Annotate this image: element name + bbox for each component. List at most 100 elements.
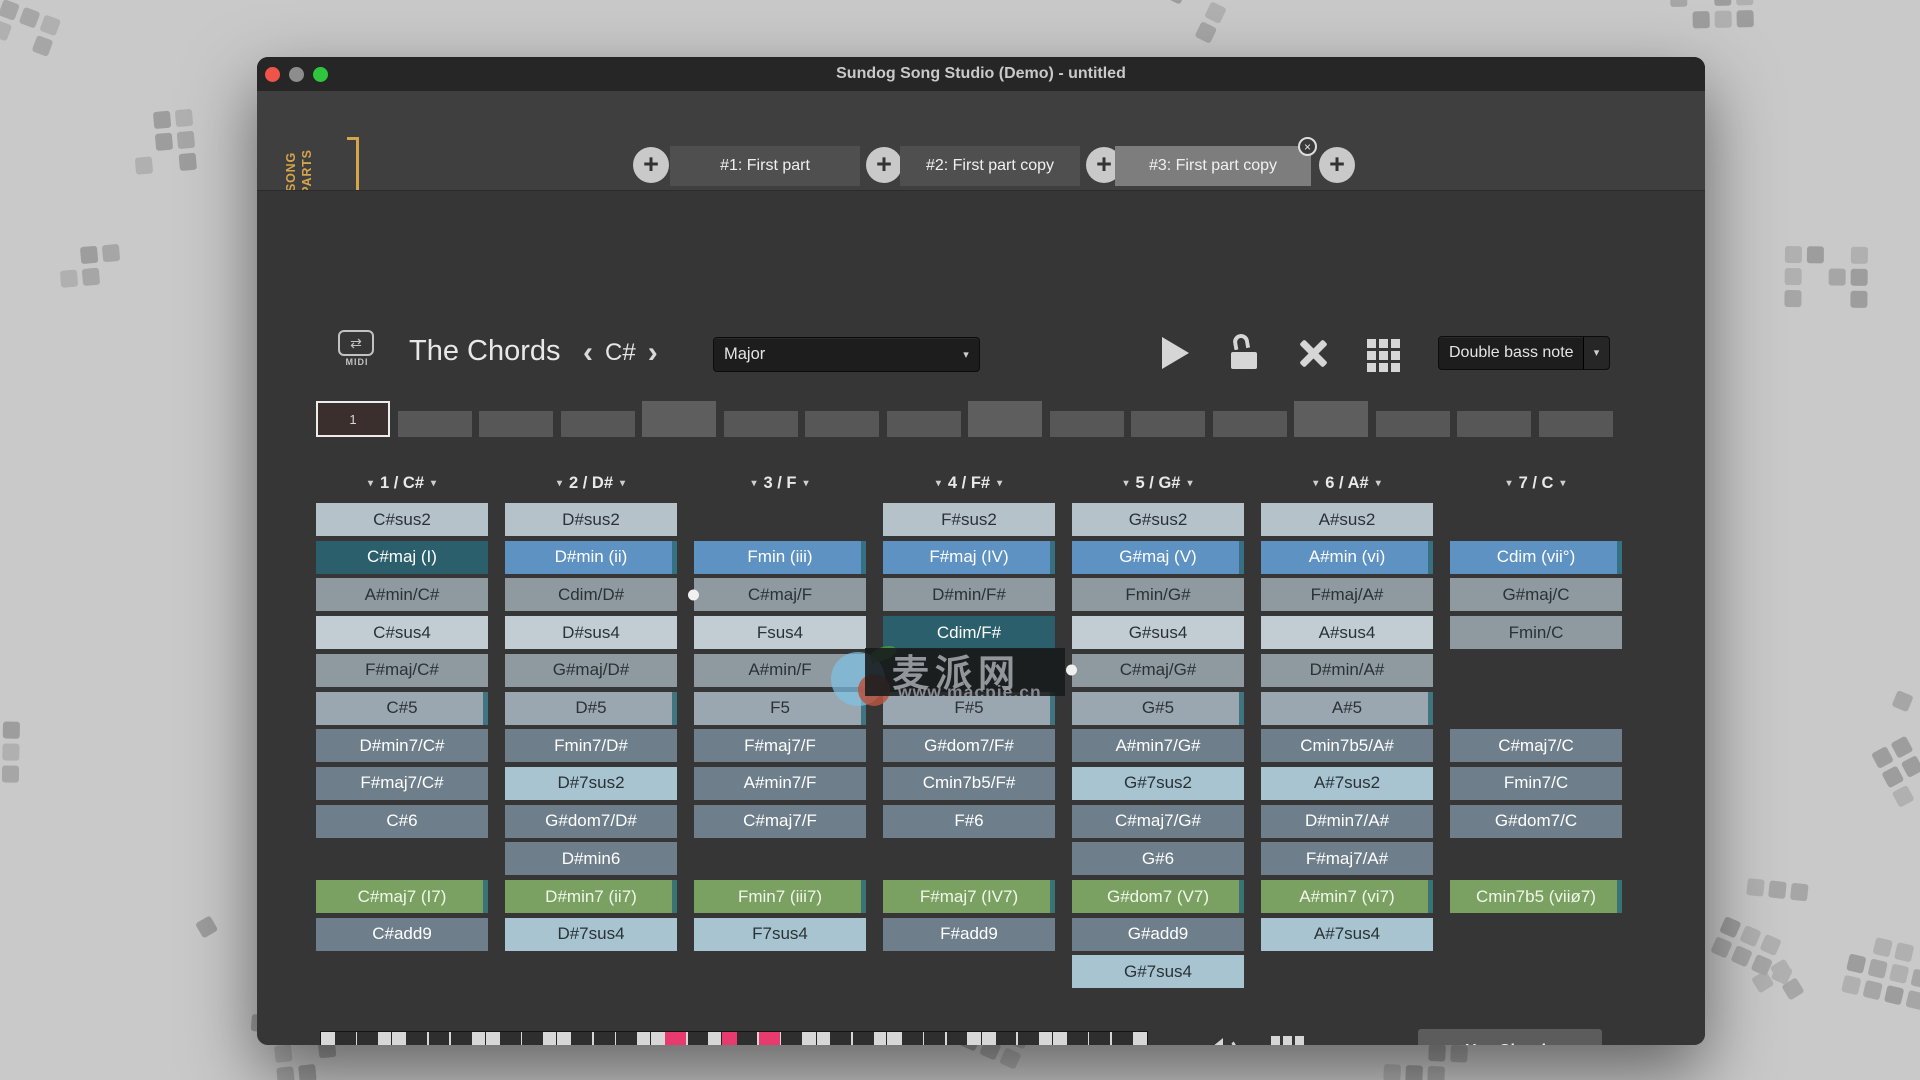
song-part-tab[interactable]: #1: First part [670,146,860,186]
chord-cell[interactable]: G#dom7 (V7) [1072,880,1244,913]
chord-cell[interactable]: G#add9 [1072,918,1244,951]
chord-cell[interactable]: D#min/A# [1261,654,1433,687]
chord-cell[interactable]: A#7sus4 [1261,918,1433,951]
chord-cell[interactable]: D#sus2 [505,503,677,536]
chord-cell[interactable]: F#maj7/A# [1261,842,1433,875]
piano-key-G#3[interactable]: G# [759,1032,780,1045]
piano-key-C#5[interactable]: C# [996,1032,1017,1045]
piano-key-C#2[interactable]: C# [500,1032,521,1045]
listen-button[interactable] [1206,1036,1242,1045]
chord-cell[interactable]: Fmin/G# [1072,578,1244,611]
chord-cell[interactable]: C#maj7/G# [1072,805,1244,838]
step-cell-10[interactable] [1050,411,1124,437]
add-song-part-button[interactable]: + [633,147,669,183]
chord-cell[interactable]: G#maj/C [1450,578,1622,611]
chord-cell[interactable]: Fmin7/D# [505,729,677,762]
chord-cell[interactable]: F#maj (IV) [883,541,1055,574]
step-cell-9[interactable] [968,401,1042,437]
chord-cell[interactable]: C#maj7/F [694,805,866,838]
chord-cell[interactable]: D#min/F# [883,578,1055,611]
chord-cell[interactable]: G#maj (V) [1072,541,1244,574]
step-cell-1[interactable]: 1 [316,401,390,437]
chord-cell[interactable]: D#7sus4 [505,918,677,951]
bass-note-select[interactable]: Double bass note ▾ [1438,336,1610,370]
chord-cell[interactable]: G#7sus2 [1072,767,1244,800]
chord-cell[interactable]: A#min7 (vi7) [1261,880,1433,913]
chord-cell[interactable]: G#maj/D# [505,654,677,687]
chord-cell[interactable]: A#5 [1261,692,1433,725]
piano-key-F#1[interactable]: F# [406,1032,427,1045]
lock-button[interactable] [1230,333,1260,369]
grid-view-button[interactable] [1367,339,1400,372]
piano-key-A#4[interactable]: A# [947,1032,968,1045]
chord-cell[interactable]: D#min6 [505,842,677,875]
chord-cell[interactable]: F7sus4 [694,918,866,951]
piano-key-C#3[interactable]: C# [665,1032,686,1045]
chord-cell[interactable]: G#dom7/C [1450,805,1622,838]
chord-cell[interactable]: D#5 [505,692,677,725]
chord-cell[interactable]: A#min/C# [316,578,488,611]
chord-cell[interactable]: C#maj7/C [1450,729,1622,762]
chord-cell[interactable]: F#maj7 (IV7) [883,880,1055,913]
chord-cell[interactable]: C#sus4 [316,616,488,649]
chord-cell[interactable]: Fmin7/C [1450,767,1622,800]
piano-key-C#1[interactable]: C# [335,1032,356,1045]
chord-cell[interactable]: F#6 [883,805,1055,838]
prev-key-button[interactable]: ‹ [583,335,593,371]
piano-key-A#1[interactable]: A# [451,1032,472,1045]
chord-cell[interactable]: C#maj7 (I7) [316,880,488,913]
piano-key-G#2[interactable]: G# [594,1032,615,1045]
piano-key-D#2[interactable]: D# [522,1032,543,1045]
chord-cell[interactable]: C#maj/F [694,578,866,611]
chord-cell[interactable]: G#7sus4 [1072,955,1244,988]
piano-key-A#5[interactable]: A# [1112,1032,1133,1045]
piano-key-C#4[interactable]: C# [830,1032,851,1045]
chord-cell[interactable]: A#min7/G# [1072,729,1244,762]
chord-cell[interactable]: F#maj7/F [694,729,866,762]
step-cell-2[interactable] [398,411,472,437]
chord-cell[interactable]: C#add9 [316,918,488,951]
piano-key-D#3[interactable]: D# [688,1032,709,1045]
chord-cell[interactable]: Cdim/D# [505,578,677,611]
piano-key-A#2[interactable]: A# [616,1032,637,1045]
piano-key-F#4[interactable]: F# [902,1032,923,1045]
chord-cell[interactable]: D#min7/A# [1261,805,1433,838]
piano-key-D#4[interactable]: D# [853,1032,874,1045]
piano-key-F#3[interactable]: F# [737,1032,758,1045]
clear-button[interactable]: ~ [1348,1041,1368,1045]
piano-key-G#5[interactable]: G# [1089,1032,1110,1045]
chord-cell[interactable]: A#7sus2 [1261,767,1433,800]
piano-key-D#1[interactable]: D# [357,1032,378,1045]
chord-cell[interactable]: D#min (ii) [505,541,677,574]
piano-key-F#2[interactable]: F# [571,1032,592,1045]
chord-cell[interactable]: A#min (vi) [1261,541,1433,574]
chord-cell[interactable]: F#maj/C# [316,654,488,687]
add-song-part-button[interactable]: + [1319,147,1355,183]
chord-column-header[interactable]: ▾2 / D#▾ [505,470,677,496]
chord-cell[interactable]: G#6 [1072,842,1244,875]
chord-cell[interactable]: C#6 [316,805,488,838]
chord-cell[interactable]: A#sus2 [1261,503,1433,536]
chord-cell[interactable]: D#7sus2 [505,767,677,800]
chord-cell[interactable]: A#sus4 [1261,616,1433,649]
chord-cell[interactable]: D#min7 (ii7) [505,880,677,913]
chord-cell[interactable]: D#min7/C# [316,729,488,762]
chord-cell[interactable]: F#add9 [883,918,1055,951]
step-cell-6[interactable] [724,411,798,437]
chord-cell[interactable]: F#maj/A# [1261,578,1433,611]
step-cell-8[interactable] [887,411,961,437]
chord-cell[interactable]: Cdim (vii°) [1450,541,1622,574]
midi-export-button[interactable]: ⇄ MIDI [338,330,376,372]
step-cell-5[interactable] [642,401,716,437]
chord-column-header[interactable]: ▾5 / G#▾ [1072,470,1244,496]
chord-cell[interactable]: C#5 [316,692,488,725]
chord-cell[interactable]: F#sus2 [883,503,1055,536]
piano-key-G#4[interactable]: G# [924,1032,945,1045]
step-cell-13[interactable] [1294,401,1368,437]
chord-cell[interactable]: Cmin7b5/F# [883,767,1055,800]
step-cell-7[interactable] [805,411,879,437]
step-cell-4[interactable] [561,411,635,437]
chord-column-header[interactable]: ▾1 / C#▾ [316,470,488,496]
chord-cell[interactable]: G#dom7/D# [505,805,677,838]
chord-cell[interactable]: Cmin7b5/A# [1261,729,1433,762]
